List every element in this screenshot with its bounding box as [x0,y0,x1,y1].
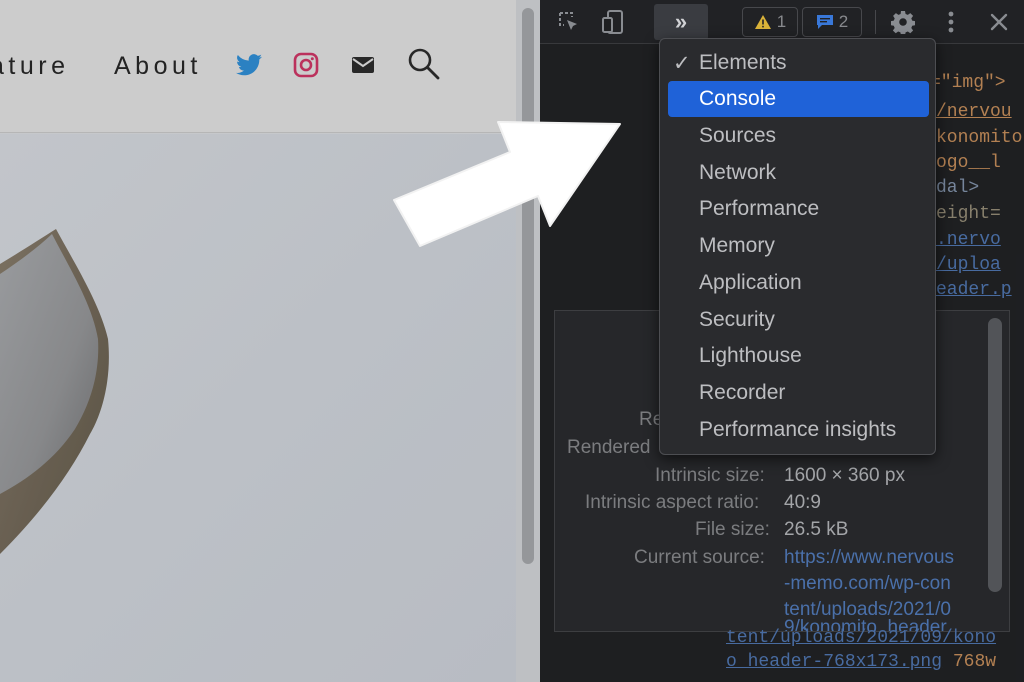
more-tabs-button[interactable]: » [654,4,708,40]
dom-link: o_header-768x173.png [726,652,943,672]
menu-item-sources[interactable]: Sources [668,118,929,154]
menu-item-elements[interactable]: ✓ Elements [668,45,929,81]
menu-item-performance-insights[interactable]: Performance insights [668,412,929,448]
checkmark-icon: ✓ [673,52,691,75]
dom-line[interactable]: ="img"> [930,73,1006,93]
inspect-element-icon[interactable] [554,7,584,37]
file-size-value: 26.5 kB [784,519,849,540]
aspect-ratio-label: Intrinsic aspect ratio: [585,492,760,513]
menu-item-console[interactable]: Console [668,81,929,117]
menu-item-security[interactable]: Security [668,302,929,338]
menu-item-label: Recorder [699,381,786,404]
toolbar-divider [875,10,876,34]
intrinsic-size-value: 1600 × 360 px [784,465,905,486]
menu-item-lighthouse[interactable]: Lighthouse [668,338,929,374]
intrinsic-size-label: Intrinsic size: [655,465,765,486]
dom-line[interactable]: /nervou [936,102,1012,122]
device-toolbar-icon[interactable] [598,7,628,37]
dom-text: ="img"> [930,73,1006,93]
menu-item-label: Network [699,161,777,184]
current-source-link-line[interactable]: https://www.nervous [784,547,954,569]
more-options-kebab-icon[interactable] [936,7,966,37]
menu-item-application[interactable]: Application [668,265,929,301]
menu-item-label: Lighthouse [699,344,802,367]
more-tabs-menu: ✓ Elements Console Sources Network Perfo… [659,38,936,455]
dom-line[interactable]: tent/uploads/2021/09/kono [726,628,996,648]
menu-item-label: Application [699,271,802,294]
dom-line[interactable]: eader.p [936,280,1012,300]
search-icon[interactable] [406,46,442,82]
current-source-label: Current source: [634,547,765,568]
close-devtools-icon[interactable] [984,7,1014,37]
menu-item-recorder[interactable]: Recorder [668,375,929,411]
aspect-ratio-value: 40:9 [784,492,821,513]
current-source-link-line[interactable]: -memo.com/wp-con [784,573,951,595]
warnings-count: 1 [776,12,787,31]
dom-line[interactable]: o_header-768x173.png 768w [726,652,996,672]
menu-item-memory[interactable]: Memory [668,228,929,264]
issues-badge[interactable]: 2 [802,7,862,37]
info-panel-scrollbar[interactable] [988,318,1002,592]
menu-item-label: Sources [699,124,777,147]
dom-line[interactable]: .nervo [936,230,1001,250]
menu-item-label: Security [699,308,775,331]
annotation-arrow-icon [393,121,621,247]
issues-count: 2 [838,12,849,31]
menu-item-label: Console [699,87,777,110]
file-size-label: File size: [695,519,770,540]
nav-link-nature[interactable]: ature [0,52,69,81]
page-scroll-thumb[interactable] [522,8,534,564]
instagram-icon[interactable] [291,50,321,80]
menu-item-network[interactable]: Network [668,155,929,191]
menu-item-label: Performance insights [699,418,897,441]
dom-line[interactable]: dal> [936,178,979,198]
dom-attr: 768w [952,652,997,672]
message-icon [816,15,833,29]
settings-gear-icon[interactable] [888,7,918,37]
info-key: Rendered [567,437,651,458]
mail-icon[interactable] [348,50,378,80]
warning-icon [754,15,771,29]
nav-link-about[interactable]: About [114,52,202,81]
menu-item-label: Elements [699,51,787,74]
twitter-icon[interactable] [234,50,264,80]
dom-line[interactable]: /uploa [936,255,1001,275]
dom-line[interactable]: eight= [936,204,1001,224]
dom-line[interactable]: ogo__l [936,153,1001,173]
menu-item-label: Memory [699,234,775,257]
menu-item-label: Performance [699,197,820,220]
warnings-badge[interactable]: 1 [742,7,798,37]
menu-item-performance[interactable]: Performance [668,191,929,227]
dom-line[interactable]: konomito [936,128,1022,148]
